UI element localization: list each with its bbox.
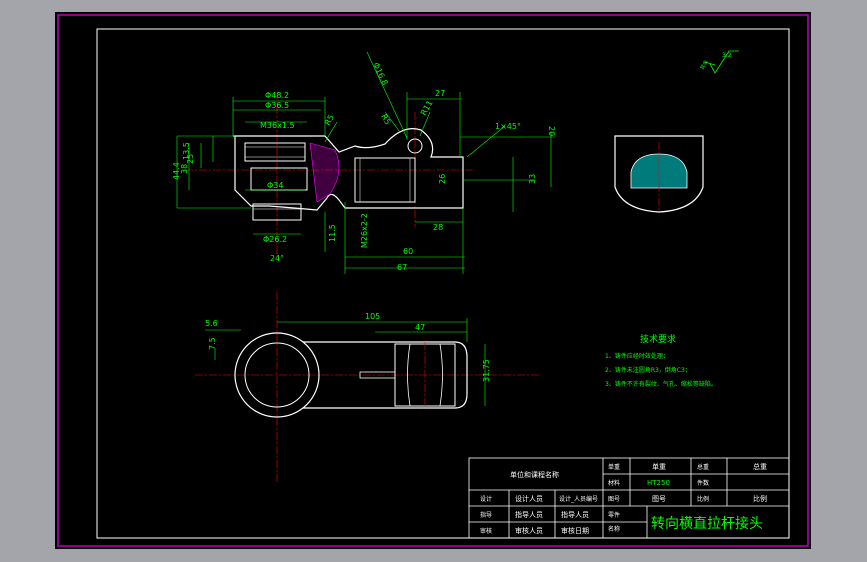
- tb-r5-0: 审核: [480, 527, 492, 535]
- dim-h11: 11.5: [328, 224, 337, 242]
- tech-req-item-2: 2、铸件未注圆角R3，倒角C3；: [605, 366, 691, 374]
- dim-len27: 27: [435, 89, 445, 98]
- dim-len47: 47: [415, 323, 425, 332]
- tb-r5-2: 审核日期: [561, 526, 589, 535]
- tb-r1-2: 总重: [697, 463, 709, 471]
- tb-r3-4: 图号: [652, 495, 666, 503]
- dim-thread2: M26x2-2: [360, 213, 369, 248]
- tech-req-title: 技术要求: [640, 333, 676, 345]
- dim-len56: 5.6: [205, 319, 218, 328]
- surface-finish-value: 3.2: [722, 52, 732, 59]
- dim-h26: 26: [438, 174, 447, 184]
- tb-company: 单位和课程名称: [510, 470, 559, 479]
- dim-d26: Φ26.2: [263, 235, 287, 244]
- tb-r45-1: 名称: [608, 525, 620, 533]
- dim-r5b: R5: [379, 113, 392, 127]
- drawing-viewport[interactable]: 3.2 其余 Φ48.2 Φ36.5 M36x1.5 Φ34 Φ26.2 24°…: [55, 12, 811, 549]
- top-dim-labels: 105 47 5.6 7.5 31.75: [205, 312, 491, 382]
- side-section-view: [614, 135, 704, 213]
- tb-r4-2: 指导人员: [561, 510, 589, 519]
- drawing-canvas: 3.2 其余 Φ48.2 Φ36.5 M36x1.5 Φ34 Φ26.2 24°…: [57, 14, 809, 547]
- tb-r4-1: 指导人员: [515, 510, 543, 519]
- dim-d34: Φ34: [267, 181, 283, 190]
- dim-r11: R11: [419, 99, 435, 117]
- tb-r5-1: 审核人员: [515, 526, 543, 535]
- tb-r3-3: 图号: [608, 496, 620, 503]
- front-dim-labels: Φ48.2 Φ36.5 M36x1.5 Φ34 Φ26.2 24° R5 Φ16…: [172, 61, 556, 272]
- tb-r1-0: 单重: [608, 463, 620, 471]
- part-outline: [233, 128, 464, 211]
- tb-r2-0: 材料: [608, 479, 620, 487]
- tb-r45-0: 零件: [608, 511, 620, 519]
- tb-r2-1: HT250: [647, 479, 670, 487]
- dim-len60: 60: [403, 247, 413, 256]
- dim-h20: 20: [547, 126, 556, 136]
- tb-r2-2: 件数: [697, 479, 709, 487]
- tb-r1-3: 总重: [753, 462, 767, 471]
- dim-d36: Φ36.5: [265, 101, 289, 110]
- tb-r4-0: 指导: [480, 511, 492, 519]
- tb-r3-2: 设计_人员编号: [559, 495, 598, 503]
- tb-r3-5: 比例: [697, 495, 709, 503]
- tech-req-item-3: 3、铸件不许有裂纹、气孔、缩松等缺陷。: [605, 380, 717, 388]
- tech-req-item-1: 1、铸件应经时效处理；: [605, 352, 669, 360]
- dim-len105: 105: [365, 312, 380, 321]
- tb-r3-6: 比例: [753, 494, 767, 503]
- dim-h38: 38: [180, 164, 189, 174]
- section-hatch-left: [309, 142, 340, 203]
- tb-r3-0: 设计: [480, 495, 492, 503]
- dim-d16: Φ16.8: [371, 61, 389, 87]
- outer-frame: [57, 14, 809, 547]
- dim-h44: 44.4: [172, 162, 181, 180]
- tb-part-name: 转向横直拉杆接头: [651, 515, 763, 532]
- dim-angle: 24°: [270, 254, 284, 263]
- right-thread-bore: [354, 157, 416, 203]
- thread-bore: [244, 142, 306, 162]
- top-dimensions: [205, 318, 486, 406]
- dim-chamfer: 1×45°: [495, 122, 521, 131]
- dim-d48: Φ48.2: [265, 91, 289, 100]
- dim-len28: 28: [433, 223, 443, 232]
- tb-r3-1: 设计人员: [515, 494, 543, 503]
- technical-requirements: 技术要求 1、铸件应经时效处理； 2、铸件未注圆角R3，倒角C3； 3、铸件不许…: [605, 333, 717, 388]
- dim-len67: 67: [397, 263, 407, 272]
- dim-h31: 31.75: [482, 359, 491, 382]
- drawing-border: [96, 28, 790, 539]
- dim-h25: 25: [186, 154, 195, 164]
- dim-len75: 7.5: [208, 337, 217, 350]
- dim-thread: M36x1.5: [260, 121, 295, 130]
- surface-finish-prefix: 其余: [699, 59, 710, 71]
- tb-r1-1: 单重: [652, 462, 666, 471]
- title-block-text: 单位和课程名称 单重 单重 总重 总重 材料 HT250 件数 设计 设计人员 …: [480, 462, 767, 535]
- dim-h33: 33: [528, 174, 537, 184]
